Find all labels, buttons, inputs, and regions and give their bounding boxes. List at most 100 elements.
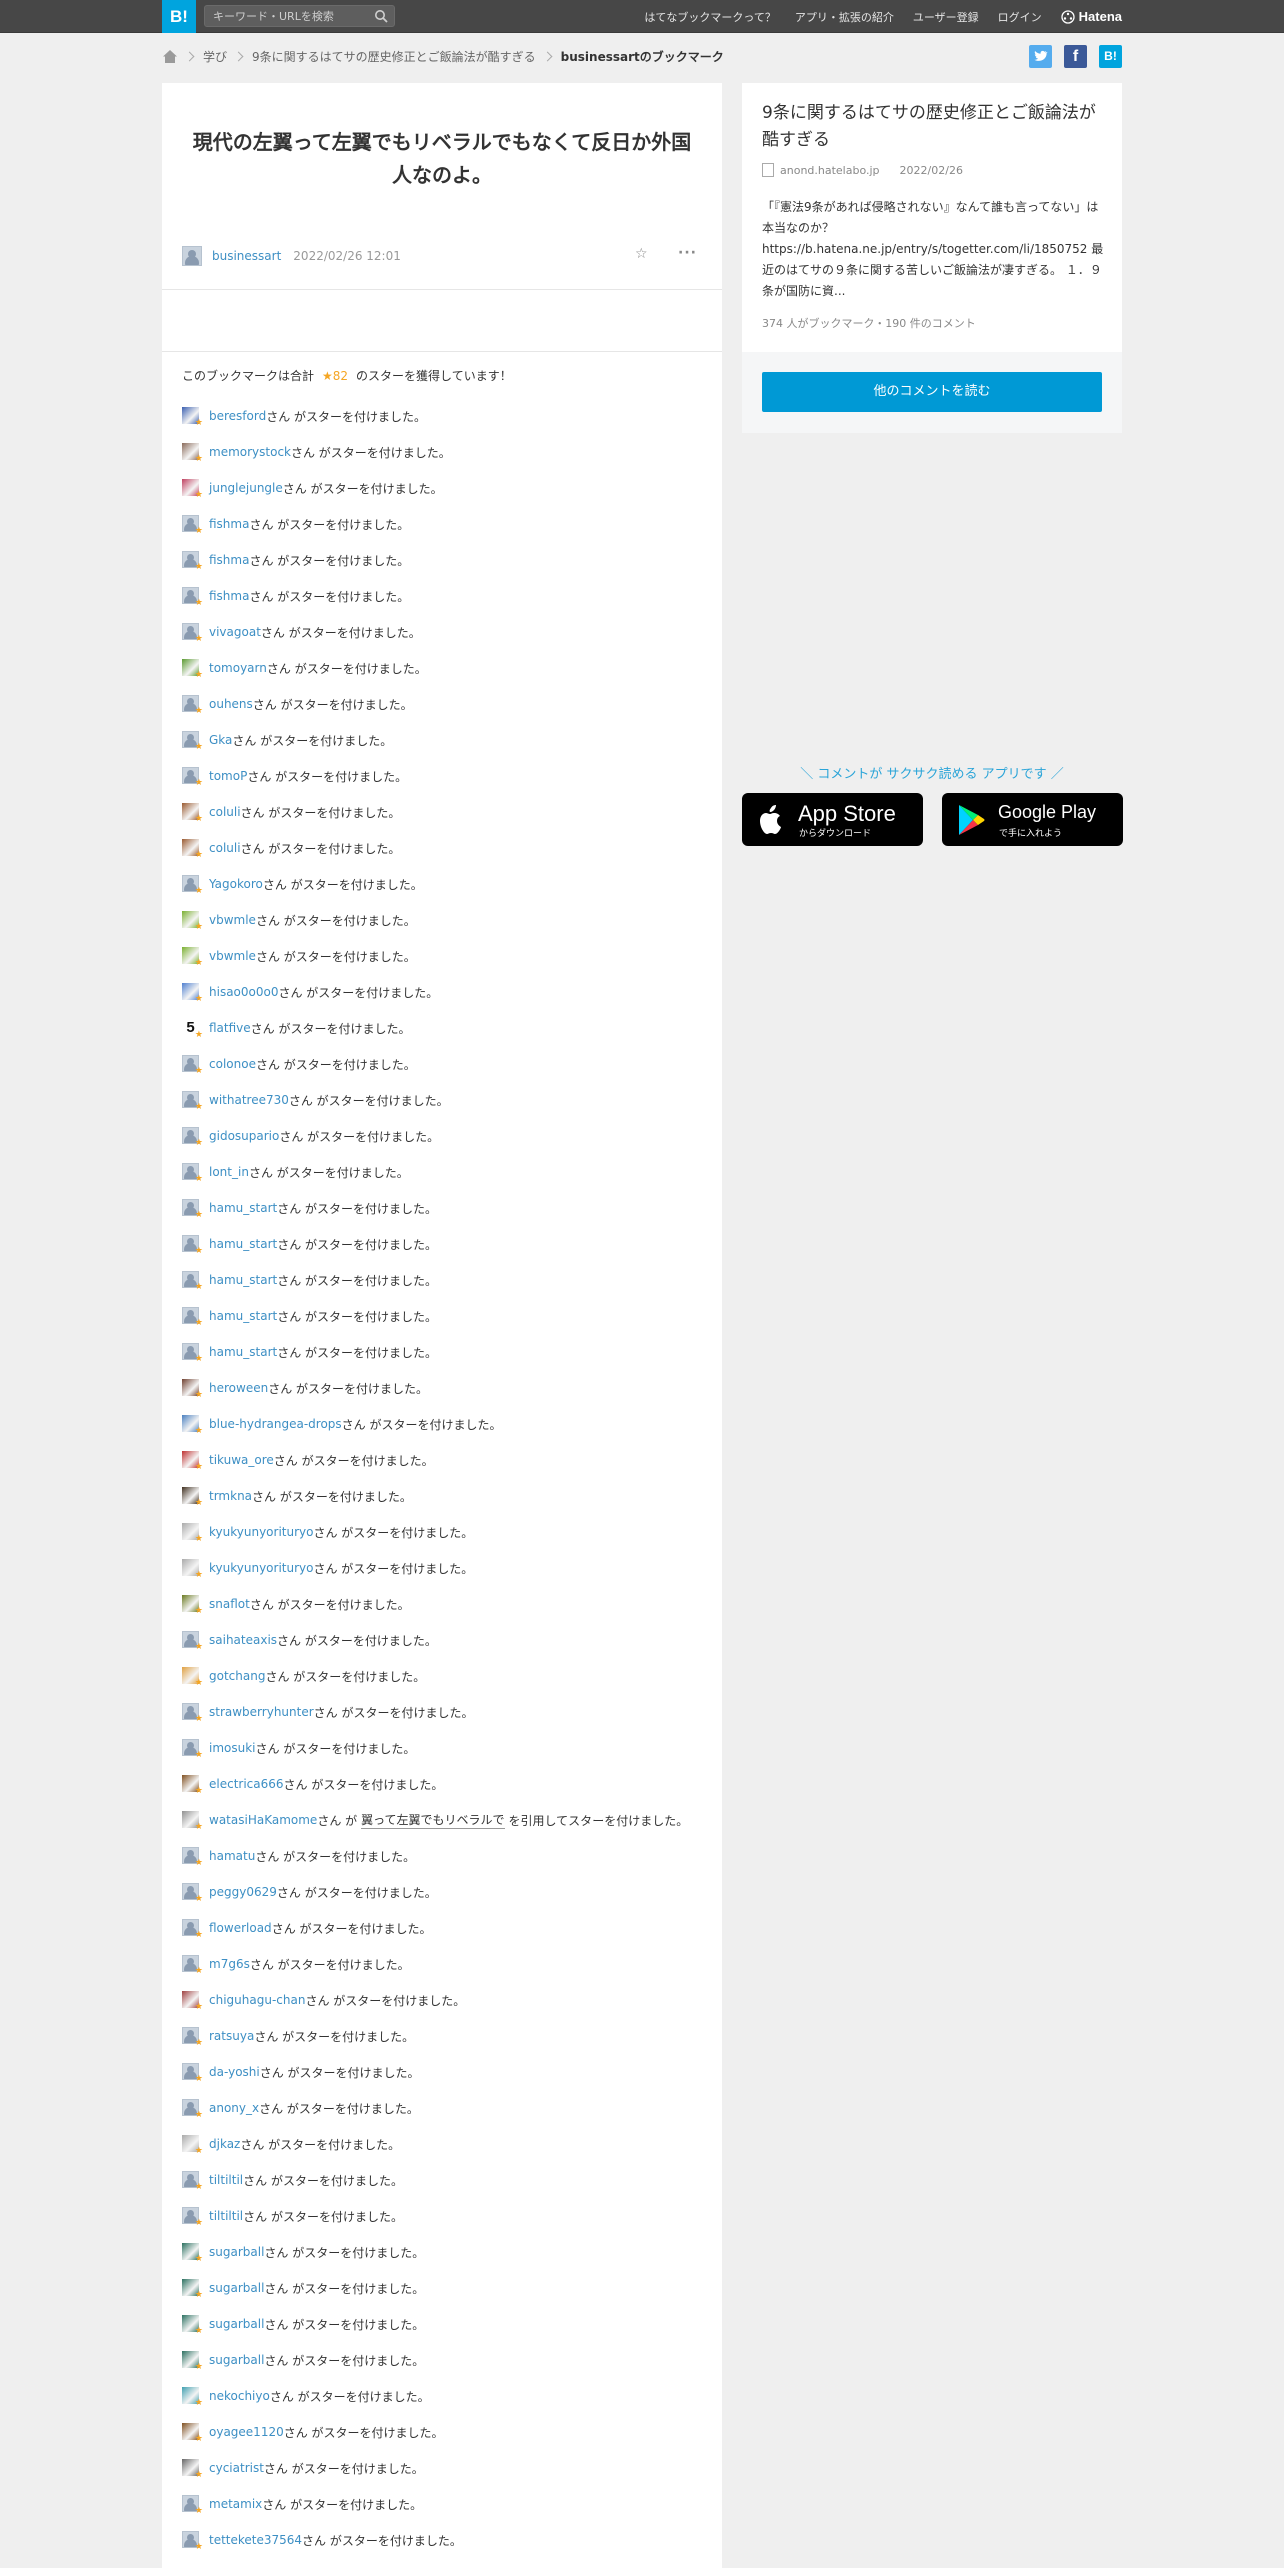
avatar[interactable]: ★ bbox=[182, 2350, 203, 2371]
avatar[interactable]: ★ bbox=[182, 1630, 203, 1651]
avatar[interactable]: ★ bbox=[182, 1846, 203, 1867]
hatena-bookmark-logo[interactable]: B! bbox=[162, 0, 196, 33]
avatar[interactable]: ★ bbox=[182, 2278, 203, 2299]
star-giver-link[interactable]: beresford bbox=[209, 409, 266, 423]
avatar[interactable]: ★ bbox=[182, 586, 203, 607]
star-giver-link[interactable]: kyukyunyorituryo bbox=[209, 1561, 313, 1575]
star-giver-link[interactable]: vbwmle bbox=[209, 949, 256, 963]
star-giver-link[interactable]: trmkna bbox=[209, 1489, 252, 1503]
hatena-bookmark-share-button[interactable]: B! bbox=[1099, 45, 1122, 68]
avatar[interactable]: ★ bbox=[182, 1450, 203, 1471]
avatar[interactable]: ★ bbox=[182, 1594, 203, 1615]
avatar[interactable]: ★ bbox=[182, 550, 203, 571]
avatar[interactable]: ★ bbox=[182, 406, 203, 427]
avatar[interactable]: ★ bbox=[182, 982, 203, 1003]
avatar[interactable]: ★ bbox=[182, 2314, 203, 2335]
avatar[interactable]: ★ bbox=[182, 1774, 203, 1795]
star-giver-link[interactable]: electrica666 bbox=[209, 1777, 284, 1791]
avatar[interactable]: ★ bbox=[182, 2242, 203, 2263]
avatar[interactable]: ★ bbox=[182, 2494, 203, 2515]
star-giver-link[interactable]: metamix bbox=[209, 2497, 262, 2511]
star-giver-link[interactable]: snaflot bbox=[209, 1597, 250, 1611]
avatar[interactable]: ★ bbox=[182, 802, 203, 823]
search-input[interactable] bbox=[213, 8, 363, 24]
star-giver-link[interactable]: blue-hydrangea-drops bbox=[209, 1417, 342, 1431]
star-giver-link[interactable]: saihateaxis bbox=[209, 1633, 277, 1647]
avatar[interactable]: ★ bbox=[182, 1378, 203, 1399]
star-giver-link[interactable]: tomoyarn bbox=[209, 661, 267, 675]
star-giver-link[interactable]: strawberryhunter bbox=[209, 1705, 314, 1719]
star-giver-link[interactable]: da-yoshi bbox=[209, 2065, 260, 2079]
nav-signup-link[interactable]: ユーザー登録 bbox=[913, 9, 979, 25]
avatar[interactable]: ★ bbox=[182, 1270, 203, 1291]
entry-bookmark-count[interactable]: 374 人がブックマーク・190 件のコメント bbox=[762, 315, 976, 331]
star-giver-link[interactable]: hamu_start bbox=[209, 1345, 277, 1359]
avatar[interactable]: ★ bbox=[182, 658, 203, 679]
star-giver-link[interactable]: hamatu bbox=[209, 1849, 255, 1863]
star-giver-link[interactable]: hisao0o0o0 bbox=[209, 985, 278, 999]
avatar[interactable]: ★ bbox=[182, 622, 203, 643]
avatar[interactable]: ★ bbox=[182, 1990, 203, 2011]
star-giver-link[interactable]: vbwmle bbox=[209, 913, 256, 927]
star-giver-link[interactable]: nekochiyo bbox=[209, 2389, 270, 2403]
avatar[interactable]: ★ bbox=[182, 1486, 203, 1507]
avatar[interactable]: ★ bbox=[182, 946, 203, 967]
nav-about-link[interactable]: はてなブックマークって？ bbox=[644, 9, 775, 25]
star-giver-link[interactable]: coluli bbox=[209, 805, 241, 819]
avatar[interactable]: ★ bbox=[182, 478, 203, 499]
star-giver-link[interactable]: m7g6s bbox=[209, 1957, 250, 1971]
star-giver-link[interactable]: imosuki bbox=[209, 1741, 256, 1755]
avatar[interactable]: ★ bbox=[182, 1414, 203, 1435]
star-giver-link[interactable]: ouhens bbox=[209, 697, 253, 711]
avatar[interactable]: ★ bbox=[182, 1666, 203, 1687]
entry-domain[interactable]: anond.hatelabo.jp bbox=[780, 164, 880, 177]
avatar[interactable]: ★ bbox=[182, 1126, 203, 1147]
avatar[interactable]: ★ bbox=[182, 1954, 203, 1975]
avatar[interactable]: ★ bbox=[182, 2062, 203, 2083]
star-giver-link[interactable]: sugarball bbox=[209, 2281, 264, 2295]
google-play-button[interactable]: Google Play で手に入れよう bbox=[942, 793, 1123, 846]
avatar[interactable]: ★ bbox=[182, 1342, 203, 1363]
star-giver-link[interactable]: ratsuya bbox=[209, 2029, 254, 2043]
avatar[interactable]: ★ bbox=[182, 514, 203, 535]
avatar[interactable]: ★ bbox=[182, 1306, 203, 1327]
nav-apps-link[interactable]: アプリ・拡張の紹介 bbox=[795, 9, 894, 25]
breadcrumb-category[interactable]: 学び bbox=[203, 48, 227, 65]
star-giver-link[interactable]: oyagee1120 bbox=[209, 2425, 284, 2439]
avatar[interactable]: ★ bbox=[182, 2386, 203, 2407]
avatar[interactable]: ★ bbox=[182, 2098, 203, 2119]
star-giver-link[interactable]: hamu_start bbox=[209, 1237, 277, 1251]
star-giver-link[interactable]: flowerload bbox=[209, 1921, 272, 1935]
star-giver-link[interactable]: hamu_start bbox=[209, 1201, 277, 1215]
read-more-comments-button[interactable]: 他のコメントを読む bbox=[762, 372, 1102, 412]
avatar[interactable]: ★ bbox=[182, 730, 203, 751]
avatar[interactable]: ★ bbox=[182, 442, 203, 463]
avatar[interactable]: ★ bbox=[182, 1234, 203, 1255]
star-giver-link[interactable]: junglejungle bbox=[209, 481, 283, 495]
avatar[interactable] bbox=[182, 246, 202, 266]
app-store-button[interactable]: App Store からダウンロード bbox=[742, 793, 923, 846]
star-giver-link[interactable]: kyukyunyorituryo bbox=[209, 1525, 313, 1539]
avatar[interactable]: ★ bbox=[182, 1522, 203, 1543]
twitter-share-button[interactable] bbox=[1029, 45, 1052, 68]
nav-login-link[interactable]: ログイン bbox=[998, 9, 1042, 25]
star-giver-link[interactable]: anony_x bbox=[209, 2101, 259, 2115]
add-star-icon[interactable]: ☆ bbox=[635, 246, 648, 262]
star-giver-link[interactable]: colonoe bbox=[209, 1057, 256, 1071]
avatar[interactable]: ★ bbox=[182, 2170, 203, 2191]
avatar[interactable]: ★ bbox=[182, 766, 203, 787]
avatar[interactable]: ★ bbox=[182, 2530, 203, 2551]
star-giver-link[interactable]: fishma bbox=[209, 553, 249, 567]
star-giver-link[interactable]: sugarball bbox=[209, 2353, 264, 2367]
star-giver-link[interactable]: tikuwa_ore bbox=[209, 1453, 274, 1467]
star-giver-link[interactable]: gotchang bbox=[209, 1669, 265, 1683]
facebook-share-button[interactable]: f bbox=[1064, 45, 1087, 68]
star-giver-link[interactable]: sugarball bbox=[209, 2245, 264, 2259]
avatar[interactable]: ★ bbox=[182, 694, 203, 715]
avatar[interactable]: ★ bbox=[182, 1882, 203, 1903]
star-giver-link[interactable]: lont_in bbox=[209, 1165, 249, 1179]
star-giver-link[interactable]: withatree730 bbox=[209, 1093, 289, 1107]
avatar[interactable]: ★ bbox=[182, 1810, 203, 1831]
star-giver-link[interactable]: hamu_start bbox=[209, 1309, 277, 1323]
more-options-icon[interactable]: ··· bbox=[678, 245, 697, 261]
